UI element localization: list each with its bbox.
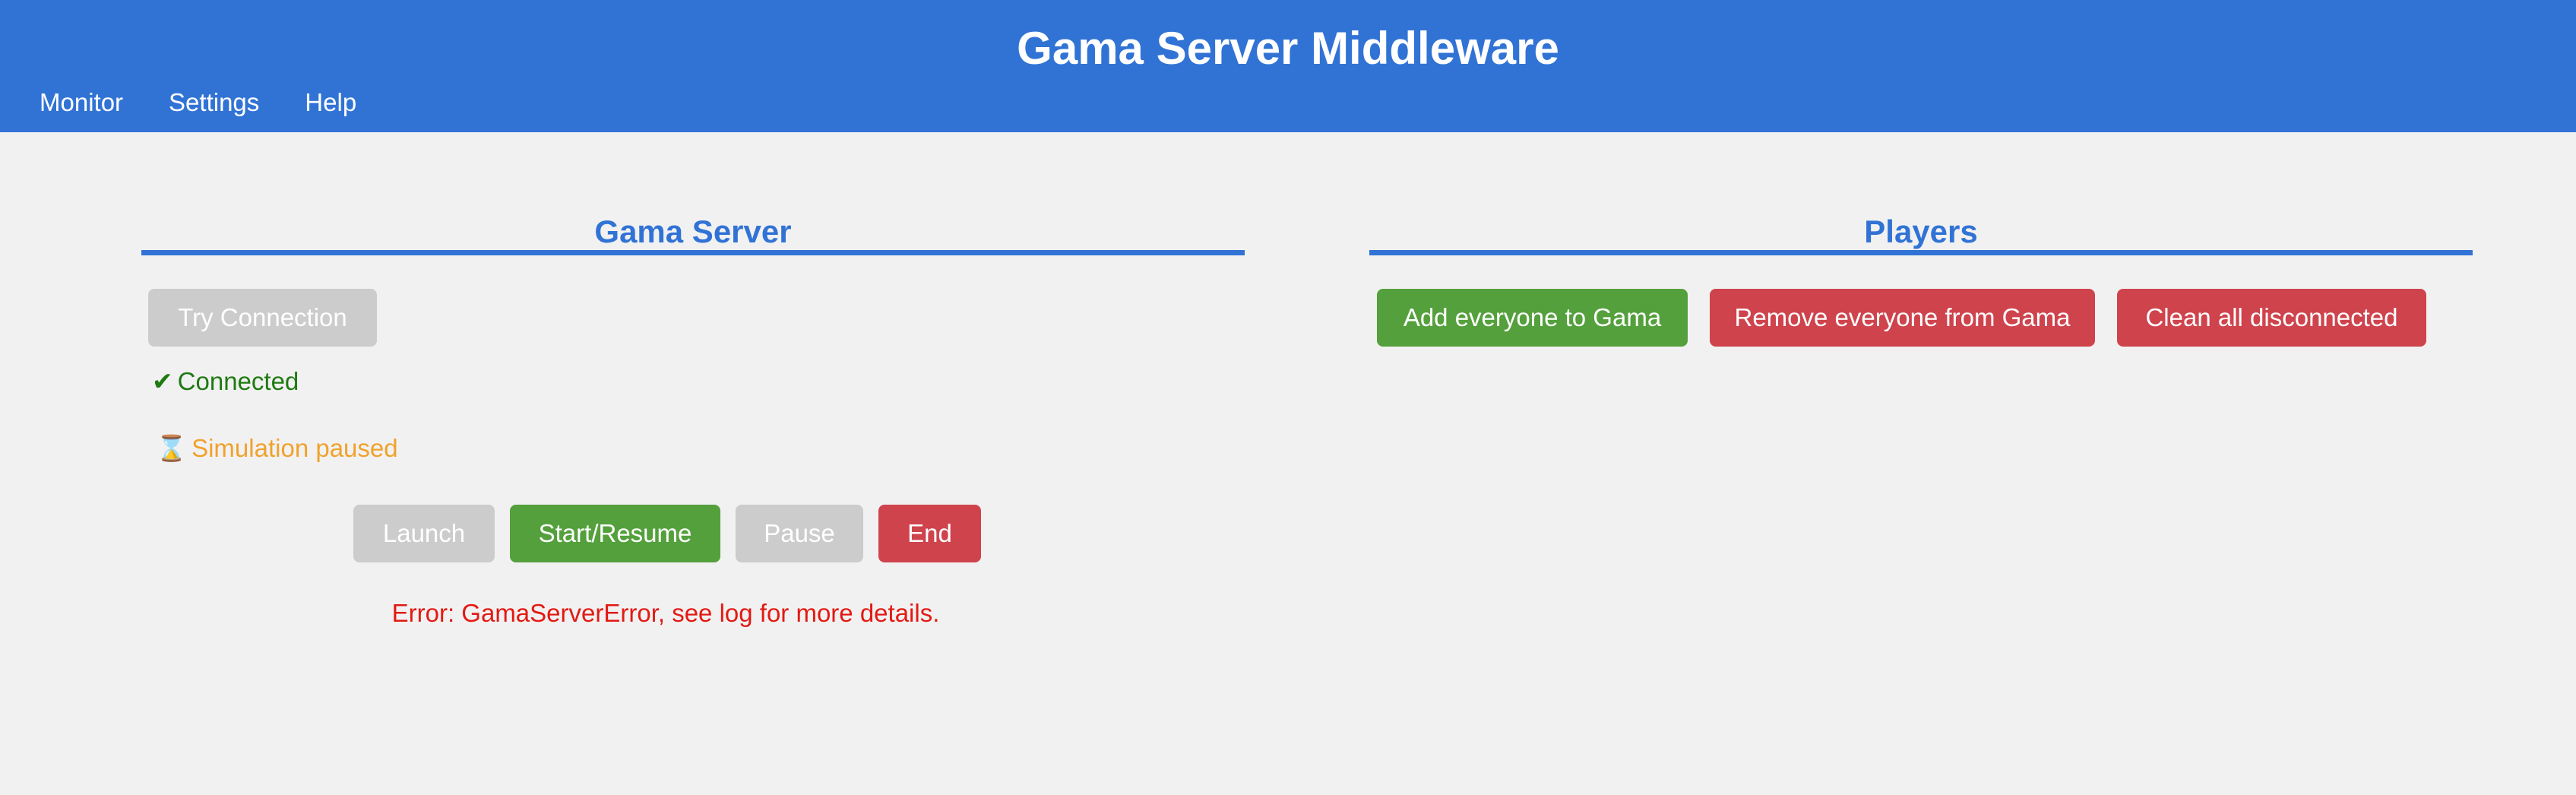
pause-button[interactable]: Pause [736,505,863,562]
players-title: Players [1864,214,1978,249]
simulation-status: ⌛ Simulation paused [156,432,398,465]
add-everyone-button[interactable]: Add everyone to Gama [1377,289,1688,347]
checkmark-icon: ✔ [152,367,173,395]
start-resume-button[interactable]: Start/Resume [510,505,720,562]
hourglass-icon: ⌛ [156,434,188,462]
gama-server-divider [141,250,1245,255]
simulation-status-text: Simulation paused [191,434,398,462]
connection-status-text: Connected [177,367,299,395]
app-header: Gama Server Middleware Monitor Settings … [0,0,2576,132]
launch-button[interactable]: Launch [353,505,495,562]
remove-everyone-button[interactable]: Remove everyone from Gama [1710,289,2095,347]
clean-disconnected-button[interactable]: Clean all disconnected [2117,289,2426,347]
players-divider [1369,250,2473,255]
nav-item-monitor[interactable]: Monitor [40,84,123,122]
nav-item-help[interactable]: Help [305,84,356,122]
nav-item-settings[interactable]: Settings [169,84,259,122]
main-nav: Monitor Settings Help [40,84,356,122]
gama-server-title: Gama Server [594,214,792,249]
end-button[interactable]: End [878,505,981,562]
try-connection-button[interactable]: Try Connection [148,289,377,347]
app-title: Gama Server Middleware [1017,23,1559,74]
connection-status: ✔ Connected [152,365,299,398]
error-message: Error: GamaServerError, see log for more… [391,599,940,627]
